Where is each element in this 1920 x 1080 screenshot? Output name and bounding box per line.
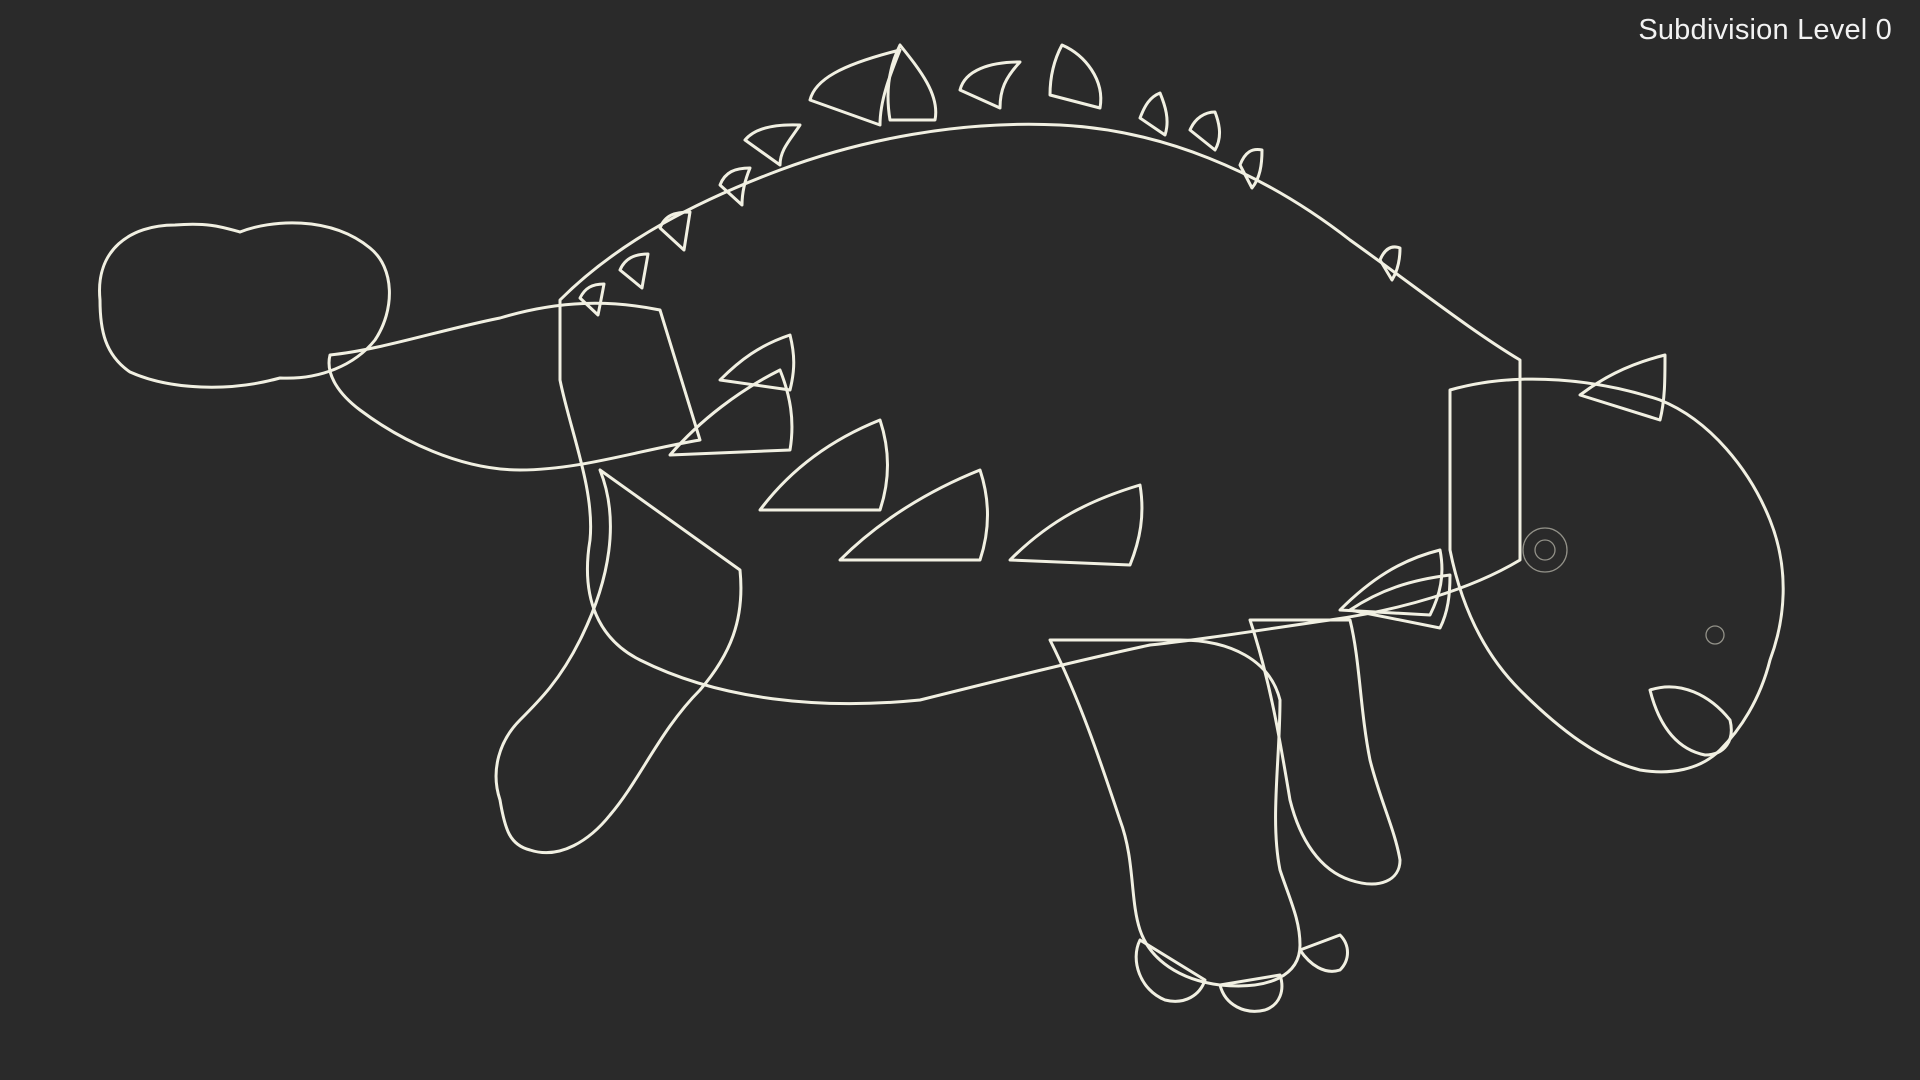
tail <box>327 301 702 472</box>
dinosaur-wireframe-model <box>98 43 1785 1013</box>
near-front-leg <box>1248 618 1402 886</box>
dorsal-spikes <box>578 43 1402 317</box>
subdivision-level-label: Subdivision Level 0 <box>1638 14 1892 46</box>
dinosaur-head <box>1348 353 1785 774</box>
side-spikes <box>668 333 1444 617</box>
hind-leg <box>494 468 743 855</box>
tail-club <box>98 221 391 389</box>
3d-viewport[interactable]: Subdivision Level 0 <box>0 0 1920 1080</box>
front-leg <box>1048 638 1349 1013</box>
